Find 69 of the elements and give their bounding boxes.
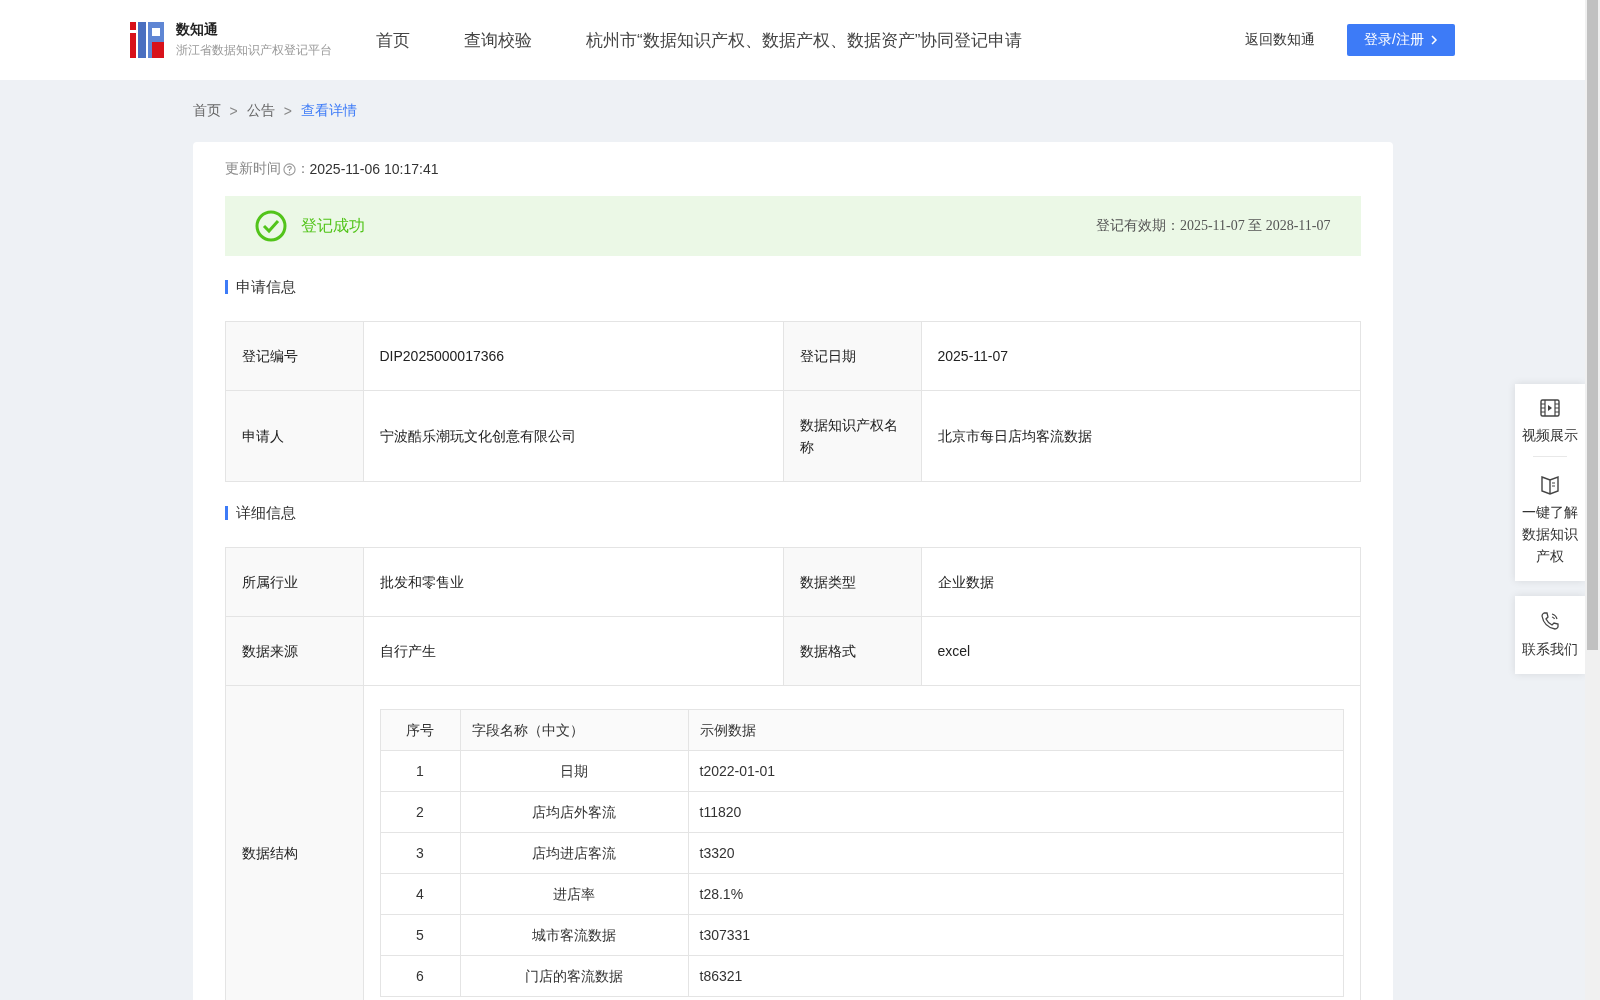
field-value: DIP2025000017366 [363, 321, 783, 391]
field-label: 数据类型 [783, 547, 921, 617]
breadcrumb-separator: > [283, 103, 292, 119]
section-title: 申请信息 [224, 280, 1361, 294]
field-label: 登记编号 [225, 321, 363, 391]
validity-period: 2025-11-07 至 2028-11-07 [1179, 217, 1331, 235]
field-label: 所属行业 [225, 547, 363, 617]
chevron-icon [1429, 35, 1438, 45]
table-cell: t2022-01-01 [688, 750, 1343, 792]
field-value: excel [921, 616, 1360, 686]
field-label: 数据来源 [225, 616, 363, 686]
side-panel-link[interactable]: 联系我们 [1522, 638, 1578, 660]
logo-name: 数知通 [176, 21, 219, 39]
table-cell: 城市客流数据 [460, 914, 688, 956]
field-value: 北京市每日店均客流数据 [921, 390, 1360, 482]
logo-icon [130, 22, 164, 58]
field-label: 数据知识产权名称 [783, 390, 921, 482]
table-cell: t86321 [688, 955, 1343, 997]
column-header: 序号 [380, 709, 460, 751]
breadcrumb-link[interactable]: 公告 [246, 102, 275, 120]
breadcrumb-separator: > [229, 103, 238, 119]
validity-label: 登记有效期： [1095, 217, 1180, 235]
column-header: 示例数据 [688, 709, 1343, 751]
table-cell: t3320 [688, 832, 1343, 874]
side-panel-link[interactable]: 一键了解数据知识产权 [1522, 501, 1578, 567]
phone-icon [1539, 610, 1561, 632]
field-value: 2025-11-07 [921, 321, 1360, 391]
field-label: 申请人 [225, 390, 363, 482]
field-value: 自行产生 [363, 616, 783, 686]
field-label: 数据格式 [783, 616, 921, 686]
logo-subtitle: 浙江省数据知识产权登记平台 [176, 42, 332, 59]
table-cell: 日期 [460, 750, 688, 792]
table-cell: t11820 [688, 791, 1343, 833]
update-label: 更新时间 [224, 160, 281, 178]
table-cell: 6 [380, 955, 460, 997]
nav-link[interactable]: 首页 [376, 28, 410, 52]
table-cell: 2 [380, 791, 460, 833]
table-cell: 4 [380, 873, 460, 915]
field-label: 登记日期 [783, 321, 921, 391]
table-cell: 门店的客流数据 [460, 955, 688, 997]
back-link[interactable]: 返回数知通 [1245, 31, 1315, 49]
table-cell: 1 [380, 750, 460, 792]
update-separator: ： [295, 160, 310, 178]
side-panel-link[interactable]: 视频展示 [1522, 424, 1578, 446]
table-cell: 5 [380, 914, 460, 956]
column-header: 字段名称（中文） [460, 709, 688, 751]
film-icon [1539, 398, 1561, 418]
table-cell: 3 [380, 832, 460, 874]
field-value: 宁波酷乐潮玩文化创意有限公司 [363, 390, 783, 482]
scrollbar[interactable] [1585, 0, 1600, 1000]
table-cell: 店均进店客流 [460, 832, 688, 874]
login-button[interactable]: 登录/注册 [1347, 24, 1455, 56]
check-circle-icon [254, 210, 287, 242]
section-title: 详细信息 [224, 506, 1361, 520]
breadcrumb-link[interactable]: 查看详情 [300, 102, 357, 120]
field-label: 数据结构 [225, 685, 363, 1000]
update-time: 2025-11-06 10:17:41 [309, 161, 439, 177]
breadcrumb-link[interactable]: 首页 [192, 102, 221, 120]
nav-link[interactable]: 查询校验 [464, 28, 532, 52]
nav-link[interactable]: 杭州市“数据知识产权、数据产权、数据资产”协同登记申请 [586, 28, 1023, 52]
book-icon [1539, 473, 1561, 495]
table-cell: 进店率 [460, 873, 688, 915]
field-value: 批发和零售业 [363, 547, 783, 617]
status-text: 登记成功 [300, 215, 365, 236]
help-icon [282, 162, 296, 176]
field-value: 企业数据 [921, 547, 1360, 617]
table-cell: t28.1% [688, 873, 1343, 915]
table-cell: t307331 [688, 914, 1343, 956]
table-cell: 店均店外客流 [460, 791, 688, 833]
